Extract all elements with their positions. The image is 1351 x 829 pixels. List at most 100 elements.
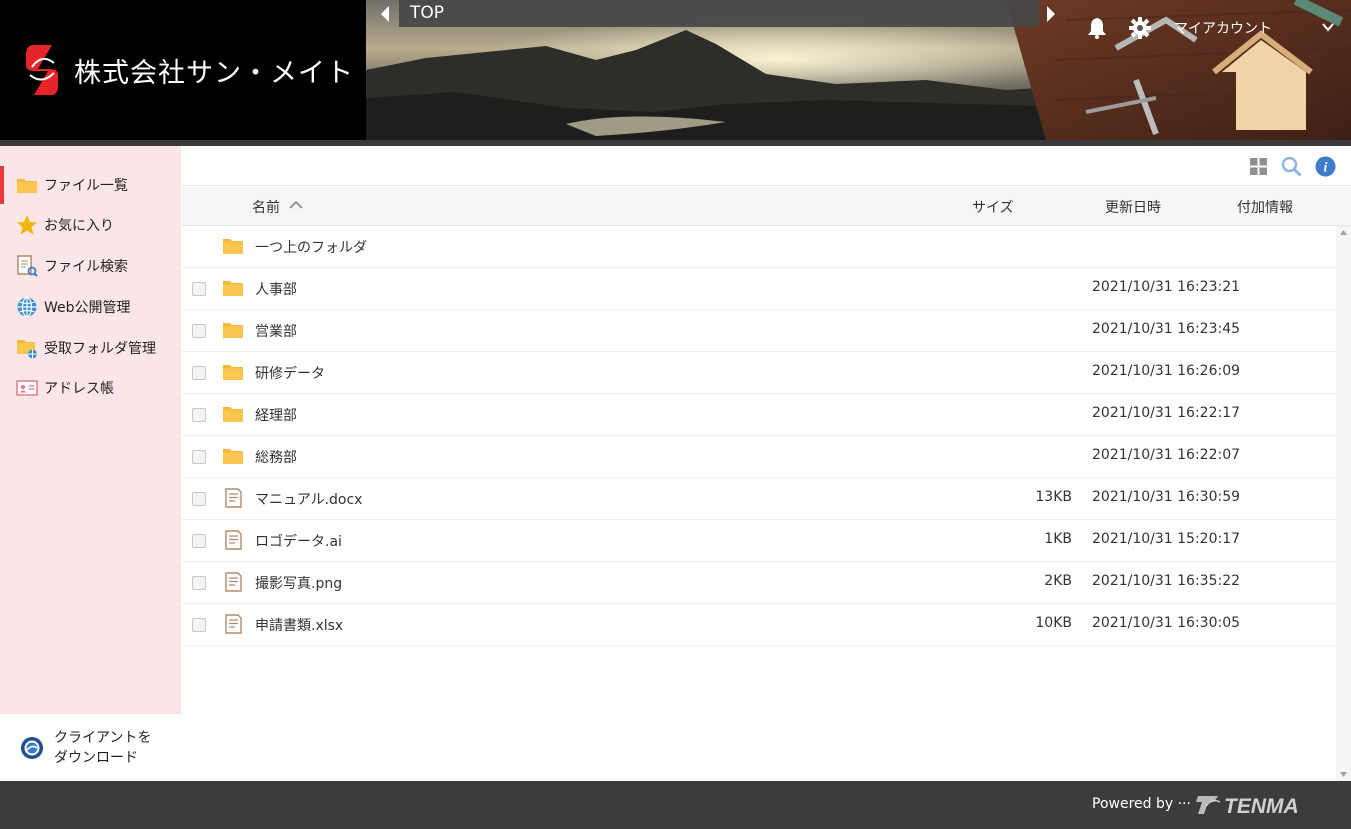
file-size: 2KB <box>1044 573 1072 589</box>
sidebar-item-address-book[interactable]: アドレス帳 <box>0 369 181 407</box>
sidebar-item-label: ファイル一覧 <box>44 178 128 194</box>
folder-icon <box>223 365 243 380</box>
globe-icon <box>16 296 38 318</box>
file-date: 2021/10/31 15:20:17 <box>1092 531 1241 547</box>
folder-icon <box>223 407 243 422</box>
info-icon[interactable]: i <box>1314 155 1336 177</box>
file-size: 1KB <box>1044 531 1072 547</box>
file-name[interactable]: 経理部 <box>255 405 297 425</box>
parent-folder-row[interactable]: 一つ上のフォルダ <box>182 226 1336 268</box>
row-checkbox[interactable] <box>192 282 206 296</box>
file-search-icon <box>16 255 38 277</box>
table-row[interactable]: 申請書類.xlsx 10KB 2021/10/31 16:30:05 <box>182 604 1336 646</box>
address-book-icon <box>16 377 38 399</box>
table-row[interactable]: 人事部 2021/10/31 16:23:21 <box>182 268 1336 310</box>
brand-area: 株式会社サン・メイト <box>5 0 364 140</box>
row-checkbox[interactable] <box>192 534 206 548</box>
toolbar: i <box>182 146 1351 186</box>
tenma-logo: TENMA <box>1196 795 1299 818</box>
table-row[interactable]: 経理部 2021/10/31 16:22:17 <box>182 394 1336 436</box>
sidebar-item-label: ファイル検索 <box>44 259 128 275</box>
file-list: 一つ上のフォルダ 人事部 2021/10/31 16:23:21 営業部 202… <box>182 226 1336 781</box>
table-row[interactable]: マニュアル.docx 13KB 2021/10/31 16:30:59 <box>182 478 1336 520</box>
breadcrumb[interactable]: TOP <box>399 0 1039 27</box>
sidebar-item-label: Web公開管理 <box>44 300 131 316</box>
file-name[interactable]: 撮影写真.png <box>255 573 342 593</box>
row-checkbox[interactable] <box>192 324 206 338</box>
file-size: 10KB <box>1035 615 1072 631</box>
parent-folder-label: 一つ上のフォルダ <box>255 240 367 256</box>
sidebar-item-file-list[interactable]: ファイル一覧 <box>0 166 181 204</box>
file-date: 2021/10/31 16:26:09 <box>1092 363 1241 379</box>
chevron-down-icon[interactable] <box>1322 22 1334 32</box>
file-date: 2021/10/31 16:30:05 <box>1092 615 1241 631</box>
sidebar-item-favorites[interactable]: お気に入り <box>0 206 181 244</box>
row-checkbox[interactable] <box>192 618 206 632</box>
star-icon <box>16 214 38 236</box>
client-download-line1: クライアントを <box>54 729 152 746</box>
row-checkbox[interactable] <box>192 576 206 590</box>
file-name[interactable]: 総務部 <box>255 447 297 467</box>
file-name[interactable]: ロゴデータ.ai <box>255 531 342 551</box>
file-name[interactable]: 人事部 <box>255 279 297 299</box>
table-row[interactable]: 撮影写真.png 2KB 2021/10/31 16:35:22 <box>182 562 1336 604</box>
table-row[interactable]: ロゴデータ.ai 1KB 2021/10/31 15:20:17 <box>182 520 1336 562</box>
notification-bell-icon[interactable] <box>1086 17 1108 39</box>
folder-icon <box>16 174 38 196</box>
scroll-up-arrow-icon[interactable] <box>1340 230 1347 235</box>
breadcrumb-bar: TOP <box>373 0 1063 27</box>
row-checkbox[interactable] <box>192 492 206 506</box>
document-icon <box>225 530 242 550</box>
file-date: 2021/10/31 16:30:59 <box>1092 489 1241 505</box>
table-row[interactable]: 研修データ 2021/10/31 16:26:09 <box>182 352 1336 394</box>
svg-text:i: i <box>1323 160 1327 175</box>
column-header-info[interactable]: 付加情報 <box>1237 197 1293 217</box>
column-header-size[interactable]: サイズ <box>972 197 1014 217</box>
grid-view-icon[interactable] <box>1247 155 1269 177</box>
my-account-menu[interactable]: マイアカウント <box>1174 18 1272 38</box>
folder-icon <box>223 239 243 254</box>
file-name[interactable]: 申請書類.xlsx <box>255 615 343 635</box>
footer: Powered by ··· TENMA <box>0 781 1351 829</box>
settings-gear-icon[interactable] <box>1129 17 1151 39</box>
vertical-scrollbar[interactable] <box>1336 226 1351 781</box>
file-date: 2021/10/31 16:35:22 <box>1092 573 1241 589</box>
client-download-line2: ダウンロード <box>54 749 138 766</box>
search-icon[interactable] <box>1280 155 1302 177</box>
row-checkbox[interactable] <box>192 450 206 464</box>
table-row[interactable]: 営業部 2021/10/31 16:23:45 <box>182 310 1336 352</box>
company-logo-icon <box>26 45 58 95</box>
file-name[interactable]: 営業部 <box>255 321 297 341</box>
document-icon <box>225 572 242 592</box>
file-name[interactable]: マニュアル.docx <box>255 489 362 509</box>
table-header: 名前 サイズ 更新日時 付加情報 <box>182 187 1351 226</box>
receive-folder-icon <box>16 337 38 359</box>
table-row[interactable]: 総務部 2021/10/31 16:22:07 <box>182 436 1336 478</box>
scroll-down-arrow-icon[interactable] <box>1340 772 1347 777</box>
file-date: 2021/10/31 16:23:21 <box>1092 279 1241 295</box>
sidebar-item-receive-folder[interactable]: 受取フォルダ管理 <box>0 329 181 367</box>
row-checkbox[interactable] <box>192 366 206 380</box>
folder-icon <box>223 281 243 296</box>
chevron-right-icon <box>1047 6 1055 22</box>
client-app-icon <box>21 736 43 759</box>
app-header: 株式会社サン・メイト TOP マイアカウント <box>0 0 1351 140</box>
company-name: 株式会社サン・メイト <box>74 57 354 89</box>
row-checkbox[interactable] <box>192 408 206 422</box>
sidebar-item-label: お気に入り <box>44 218 114 234</box>
sort-ascending-icon[interactable] <box>289 199 303 211</box>
sidebar-item-file-search[interactable]: ファイル検索 <box>0 247 181 285</box>
client-download-button[interactable]: クライアントを ダウンロード <box>0 713 181 781</box>
column-header-date[interactable]: 更新日時 <box>1105 197 1161 217</box>
file-date: 2021/10/31 16:22:07 <box>1092 447 1241 463</box>
folder-icon <box>223 323 243 338</box>
file-name[interactable]: 研修データ <box>255 363 325 383</box>
file-size: 13KB <box>1035 489 1072 505</box>
column-header-name[interactable]: 名前 <box>252 197 280 217</box>
sidebar-item-web-publish[interactable]: Web公開管理 <box>0 288 181 326</box>
document-icon <box>225 488 242 508</box>
sidebar: ファイル一覧 お気に入り ファイル検索 Web公開管理 受取フォルダ管理 アドレ… <box>0 146 181 713</box>
tenma-logo-text: TENMA <box>1224 795 1299 818</box>
breadcrumb-prev-button[interactable] <box>376 4 394 24</box>
breadcrumb-next-button[interactable] <box>1042 4 1060 24</box>
